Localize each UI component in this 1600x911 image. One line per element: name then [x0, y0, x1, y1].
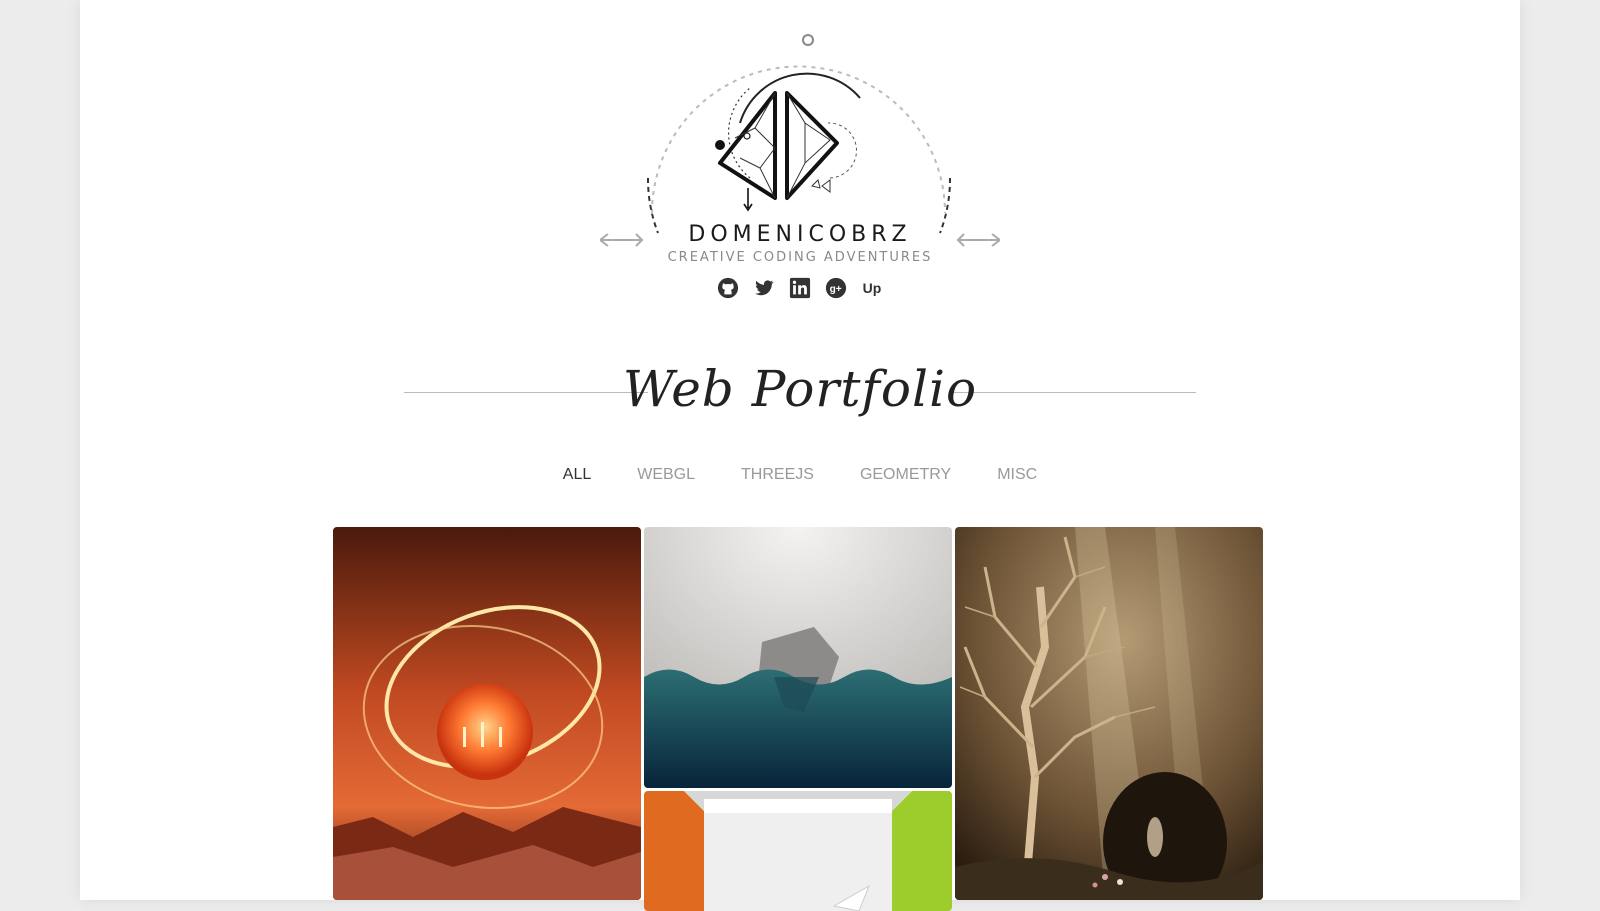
- google-plus-link[interactable]: g+: [824, 276, 848, 300]
- linkedin-link[interactable]: [788, 276, 812, 300]
- google-plus-icon: g+: [825, 277, 847, 299]
- filter-tabs: ALL WEBGL THREEJS GEOMETRY MISC: [80, 466, 1520, 484]
- twitter-icon: [755, 280, 774, 296]
- brand-name[interactable]: DOMENICOBRZ: [80, 222, 1520, 247]
- page-container: DOMENICOBRZ CREATIVE CODING ADVENTURES g…: [80, 0, 1520, 911]
- ocean-waves-thumbnail: [644, 527, 952, 788]
- room-light-thumbnail: [644, 791, 952, 911]
- portfolio-item-room-light[interactable]: [644, 791, 952, 911]
- social-links: g+ Up: [80, 276, 1520, 300]
- portfolio-item-orange-orb[interactable]: [333, 527, 641, 900]
- filter-threejs[interactable]: THREEJS: [741, 466, 814, 484]
- filter-geometry[interactable]: GEOMETRY: [860, 466, 951, 484]
- upwork-link[interactable]: Up: [860, 276, 884, 300]
- filter-misc[interactable]: MISC: [997, 466, 1037, 484]
- twitter-link[interactable]: [752, 276, 776, 300]
- github-link[interactable]: [716, 276, 740, 300]
- github-icon: [717, 277, 739, 299]
- brand-tagline: CREATIVE CODING ADVENTURES: [667, 250, 933, 265]
- linkedin-icon: [789, 277, 811, 299]
- svg-text:g+: g+: [830, 284, 842, 295]
- upwork-icon: Up: [862, 280, 882, 296]
- filter-all[interactable]: ALL: [563, 466, 591, 484]
- portfolio-item-tree-light[interactable]: [955, 527, 1263, 900]
- page-title: Web Portfolio: [622, 360, 978, 418]
- portfolio-heading: Web Portfolio: [80, 360, 1520, 450]
- filter-webgl[interactable]: WEBGL: [637, 466, 695, 484]
- tree-light-thumbnail: [955, 527, 1263, 900]
- site-header: DOMENICOBRZ CREATIVE CODING ADVENTURES g…: [80, 0, 1520, 320]
- orange-orb-thumbnail: [333, 527, 641, 900]
- portfolio-item-ocean-waves[interactable]: [644, 527, 952, 788]
